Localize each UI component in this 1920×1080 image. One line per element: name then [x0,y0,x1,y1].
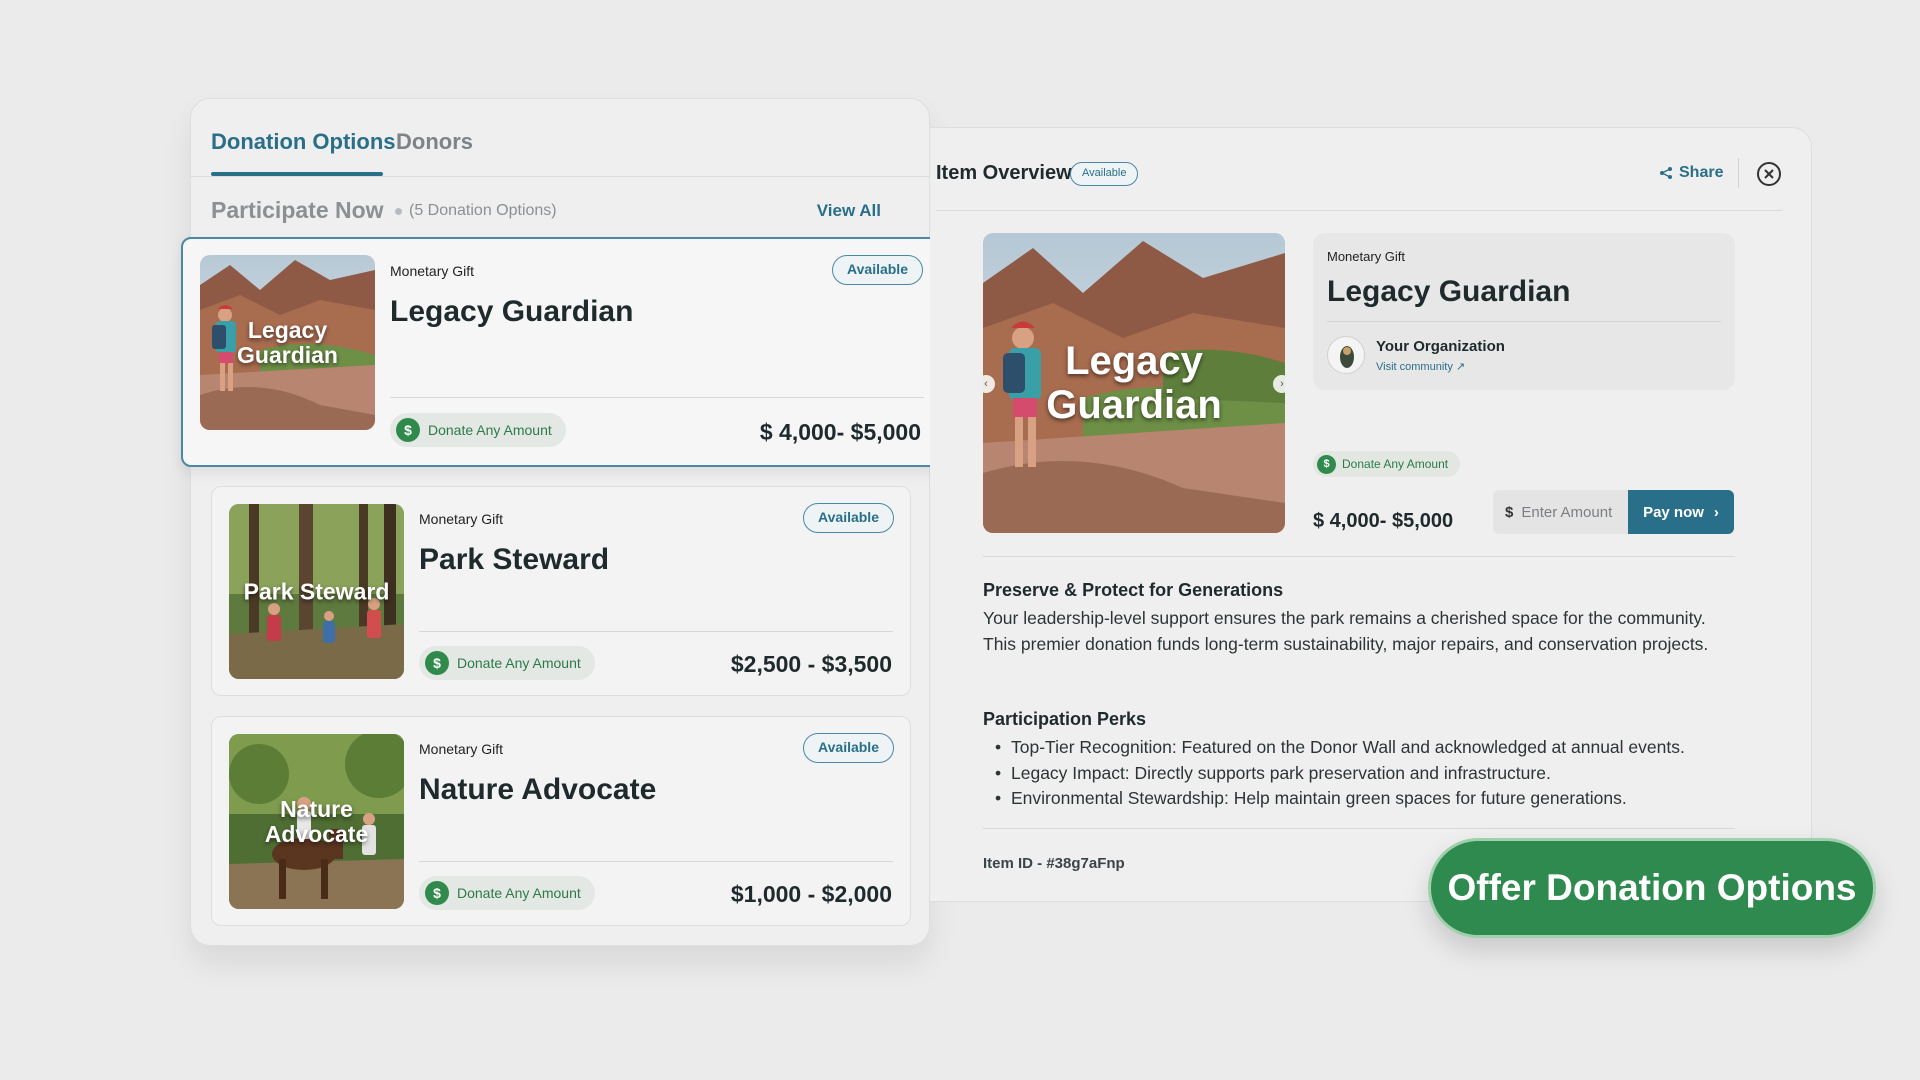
item-id: Item ID - #38g7aFnp [983,855,1125,872]
status-badge: Available [1070,162,1139,186]
pill-label: Donate Any Amount [428,422,552,438]
item-info-box: Monetary Gift Legacy Guardian Your Organ… [1313,233,1735,390]
pay-now-button[interactable]: Pay now › [1628,490,1734,534]
header-divider [936,210,1782,211]
card-price: $ 4,000- $5,000 [759,419,921,445]
card-image: Park Steward [229,504,404,679]
info-divider [1327,321,1721,322]
view-all-link[interactable]: View All [817,201,881,221]
donation-card-park-steward[interactable]: Park Steward Monetary Gift Park Steward … [211,486,911,696]
active-tab-indicator [211,172,383,176]
status-badge: Available [803,503,894,533]
share-button[interactable]: Share [1659,164,1723,182]
card-image-label: Legacy Guardian [237,316,338,368]
list-item: Top-Tier Recognition: Featured on the Do… [983,735,1743,761]
section-divider [983,556,1735,557]
perks-section: Participation Perks Top-Tier Recognition… [983,709,1743,812]
card-image-label: Nature Advocate [264,795,369,847]
card-divider [419,631,893,632]
offer-donation-options-button[interactable]: Offer Donation Options [1428,838,1876,938]
card-title: Legacy Guardian [390,295,634,328]
participate-header: Participate Now (5 Donation Options) Vie… [211,195,911,227]
overview-title: Item Overview [936,162,1072,184]
list-item: Environmental Stewardship: Help maintain… [983,786,1743,812]
hero-image: Legacy Guardian ‹ › [983,233,1285,533]
perks-list: Top-Tier Recognition: Featured on the Do… [983,735,1743,812]
item-overview-panel: Item Overview Available Share Legacy Gua… [930,127,1812,902]
visit-community-link[interactable]: Visit community ↗ [1376,360,1465,373]
organization-avatar [1327,336,1365,374]
pay-now-label: Pay now [1643,503,1704,521]
donate-any-amount-pill: $ Donate Any Amount [390,413,566,447]
dollar-icon: $ [425,651,449,675]
donate-any-amount-pill: $ Donate Any Amount [419,876,595,910]
card-divider [390,397,924,398]
organization-name: Your Organization [1376,338,1505,355]
card-kind: Monetary Gift [390,263,475,279]
card-price: $1,000 - $2,000 [730,881,892,907]
item-title: Legacy Guardian [1327,275,1571,308]
donation-card-legacy-guardian[interactable]: Legacy Guardian Monetary Gift Legacy Gua… [181,237,941,467]
donation-card-nature-advocate[interactable]: Nature Advocate Monetary Gift Nature Adv… [211,716,911,926]
header-separator [1738,158,1739,188]
description-section: Preserve & Protect for Generations Your … [983,580,1743,657]
amount-field[interactable]: $ [1493,490,1628,534]
description-title: Preserve & Protect for Generations [983,580,1284,600]
status-badge: Available [832,255,923,285]
item-price: $ 4,000- $5,000 [1313,510,1454,532]
card-kind: Monetary Gift [419,741,504,757]
share-label: Share [1679,164,1724,181]
tab-donors[interactable]: Donors [396,129,473,155]
description-body: Your leadership-level support ensures th… [983,608,1709,654]
card-title: Nature Advocate [419,773,657,806]
item-kind: Monetary Gift [1327,249,1406,264]
card-price: $2,500 - $3,500 [730,651,892,677]
donation-options-panel: Donation Options Donors Participate Now … [181,98,941,946]
dollar-icon: $ [396,418,420,442]
card-image: Legacy Guardian [200,255,375,430]
amount-input[interactable] [1521,503,1622,521]
footer-divider [983,828,1735,829]
tab-donation-options[interactable]: Donation Options [211,129,396,155]
card-image: Nature Advocate [229,734,404,909]
options-count: (5 Donation Options) [409,202,557,219]
participate-title: Participate Now [211,197,384,223]
card-title: Park Steward [419,543,610,576]
currency-symbol: $ [1505,503,1514,521]
perks-title: Participation Perks [983,709,1147,729]
pill-label: Donate Any Amount [1342,457,1449,471]
next-image-arrow-icon[interactable]: › [1273,375,1285,393]
donate-any-amount-pill: $ Donate Any Amount [1313,451,1461,477]
chevron-right-icon: › [1713,503,1719,521]
list-item: Legacy Impact: Directly supports park pr… [983,761,1743,787]
pill-label: Donate Any Amount [457,655,581,671]
separator-dot [395,208,402,215]
status-badge: Available [803,733,894,763]
dollar-icon: $ [425,881,449,905]
hero-image-label: Legacy Guardian [1046,339,1222,427]
card-image-label: Park Steward [243,578,390,604]
card-kind: Monetary Gift [419,511,504,527]
close-icon[interactable] [1756,161,1782,187]
tab-bar: Donation Options Donors [191,99,929,177]
share-icon [1660,167,1672,179]
card-divider [419,861,893,862]
donate-any-amount-pill: $ Donate Any Amount [419,646,595,680]
dollar-icon: $ [1317,454,1336,474]
pill-label: Donate Any Amount [457,885,581,901]
